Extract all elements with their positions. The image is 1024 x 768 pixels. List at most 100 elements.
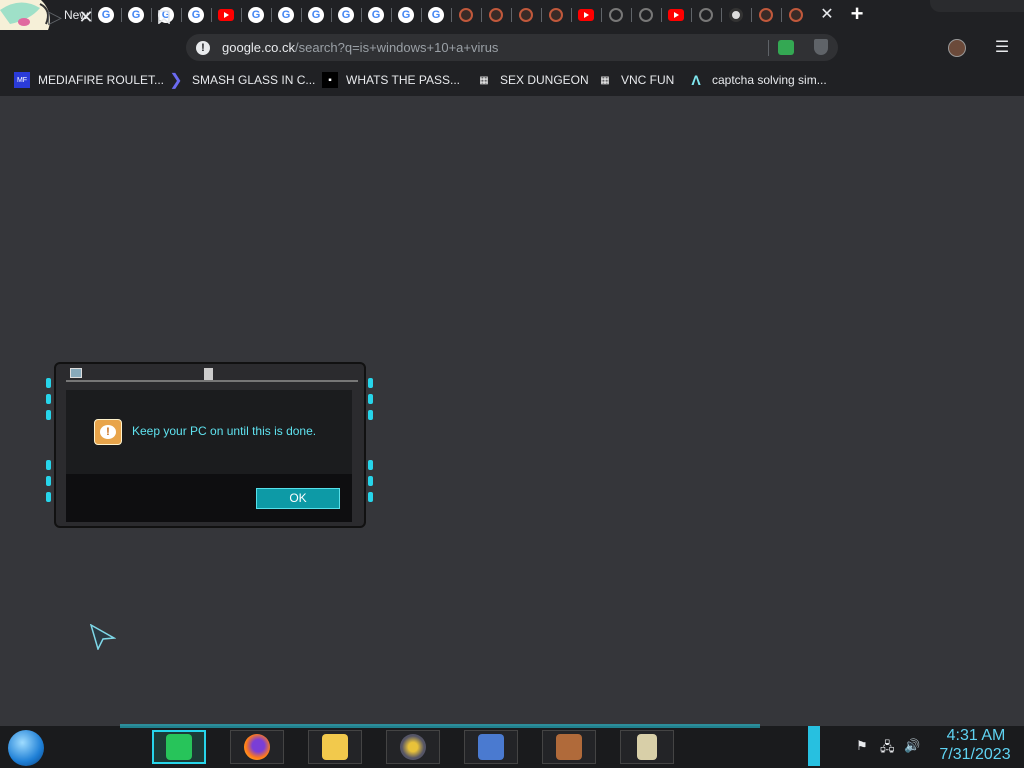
browser-tab[interactable]: G: [306, 5, 326, 25]
tab-separator: [721, 8, 722, 22]
extension-chat-icon[interactable]: [778, 40, 794, 55]
neon-light: [46, 378, 51, 388]
browser-tab[interactable]: [576, 5, 596, 25]
profile-avatar[interactable]: [948, 39, 966, 57]
browser-tab[interactable]: [456, 5, 476, 25]
bookmark-smash-glass[interactable]: ❯ SMASH GLASS IN C...: [168, 70, 315, 90]
browser-tab[interactable]: G: [126, 5, 146, 25]
bookmark-mediafire[interactable]: MF MEDIAFIRE ROULET...: [14, 70, 164, 90]
browser-tab[interactable]: [696, 5, 716, 25]
extension-shield-icon[interactable]: [814, 39, 828, 55]
chat-icon: [166, 734, 192, 760]
tab-separator: [691, 8, 692, 22]
stop-loading-icon[interactable]: ✕: [73, 4, 99, 30]
tab-separator: [331, 8, 332, 22]
youtube-icon: [218, 9, 234, 21]
bookmark-label: captcha solving sim...: [712, 73, 827, 87]
browser-tab[interactable]: [216, 5, 236, 25]
google-icon: G: [428, 7, 444, 23]
globe-block-icon: [556, 734, 582, 760]
google-icon: G: [368, 7, 384, 23]
site-info-icon[interactable]: !: [196, 40, 210, 55]
bookmark-vnc-fun[interactable]: ▦ VNC FUN: [597, 70, 674, 90]
close-tab-button[interactable]: ✕: [818, 5, 836, 25]
show-desktop-button[interactable]: [808, 726, 820, 766]
url-host: google.co.ck: [222, 40, 295, 55]
tab-separator: [601, 8, 602, 22]
taskbar-app-notebook[interactable]: [620, 730, 674, 764]
notebook-icon: [637, 734, 657, 760]
firefox-icon: [244, 734, 270, 760]
browser-tab[interactable]: G: [186, 5, 206, 25]
clock-date[interactable]: 7/31/2023: [930, 746, 1020, 764]
clock-time[interactable]: 4:31 AM: [936, 727, 1016, 745]
browser-tab[interactable]: [546, 5, 566, 25]
browser-tab[interactable]: G: [336, 5, 356, 25]
taskbar-app-globe[interactable]: [542, 730, 596, 764]
tab-separator: [181, 8, 182, 22]
neon-light: [46, 460, 51, 470]
browser-tab[interactable]: G: [96, 5, 116, 25]
tab-separator: [361, 8, 362, 22]
bookmark-captcha[interactable]: Λ captcha solving sim...: [688, 70, 827, 90]
lock-icon: ▪: [322, 72, 338, 88]
dialog-title-handle[interactable]: [204, 368, 213, 380]
taskbar-app-explorer[interactable]: [308, 730, 362, 764]
taskbar-app-media[interactable]: [386, 730, 440, 764]
action-center-flag-icon[interactable]: ⚑: [856, 738, 868, 756]
window-controls[interactable]: [930, 0, 1024, 12]
new-tab-button[interactable]: +: [846, 3, 868, 26]
taskbar-decoration: [120, 724, 760, 728]
taskbar-app-network[interactable]: [464, 730, 518, 764]
tab-separator: [301, 8, 302, 22]
browser-tab[interactable]: G: [276, 5, 296, 25]
mouse-cursor-icon: [89, 623, 117, 655]
browser-tab[interactable]: [666, 5, 686, 25]
taskbar-app-chat[interactable]: [152, 730, 206, 764]
bookmark-dungeon[interactable]: ▦ SEX DUNGEON: [476, 70, 588, 90]
spiral-icon: [489, 8, 503, 22]
forward-icon[interactable]: ▷: [42, 4, 68, 30]
browser-tab[interactable]: G: [246, 5, 266, 25]
browser-tab[interactable]: G: [396, 5, 416, 25]
browser-tab[interactable]: G: [426, 5, 446, 25]
ok-button[interactable]: OK: [256, 488, 340, 509]
browser-tab[interactable]: [726, 5, 746, 25]
bookmark-icon[interactable]: [151, 4, 177, 30]
spiral-icon: [759, 8, 773, 22]
google-icon: G: [128, 7, 144, 23]
browser-tab[interactable]: G: [366, 5, 386, 25]
browser-tab[interactable]: [756, 5, 776, 25]
tab-separator: [541, 8, 542, 22]
server-icon: ▦: [600, 74, 610, 86]
url-text[interactable]: google.co.ck/search?q=is+windows+10+a+vi…: [222, 40, 498, 55]
tab-separator: [631, 8, 632, 22]
neon-light: [368, 476, 373, 486]
google-icon: G: [248, 7, 264, 23]
volume-icon[interactable]: 🔊: [904, 738, 920, 756]
browser-menu-icon[interactable]: ☰: [992, 36, 1012, 60]
network-icon[interactable]: 🖧: [880, 738, 895, 756]
tab-separator: [211, 8, 212, 22]
tab-separator: [451, 8, 452, 22]
browser-tab[interactable]: [636, 5, 656, 25]
tab-separator: [121, 8, 122, 22]
start-button[interactable]: [8, 730, 44, 766]
address-bar[interactable]: ! google.co.ck/search?q=is+windows+10+a+…: [186, 34, 838, 61]
neon-light: [368, 378, 373, 388]
spiral-icon: [459, 8, 473, 22]
tab-separator: [241, 8, 242, 22]
lambda-icon: Λ: [691, 72, 701, 88]
browser-tab[interactable]: [606, 5, 626, 25]
tab-separator: [781, 8, 782, 22]
disc-icon: [400, 734, 426, 760]
browser-tab[interactable]: [516, 5, 536, 25]
browser-tab[interactable]: [786, 5, 806, 25]
toolbar-divider: [768, 40, 769, 56]
computer-icon: [478, 734, 504, 760]
browser-tab[interactable]: [486, 5, 506, 25]
taskbar-app-firefox[interactable]: [230, 730, 284, 764]
bookmark-whats-the-pass[interactable]: ▪ WHATS THE PASS...: [322, 70, 460, 90]
bookmark-label: SMASH GLASS IN C...: [192, 73, 316, 87]
neon-light: [46, 410, 51, 420]
